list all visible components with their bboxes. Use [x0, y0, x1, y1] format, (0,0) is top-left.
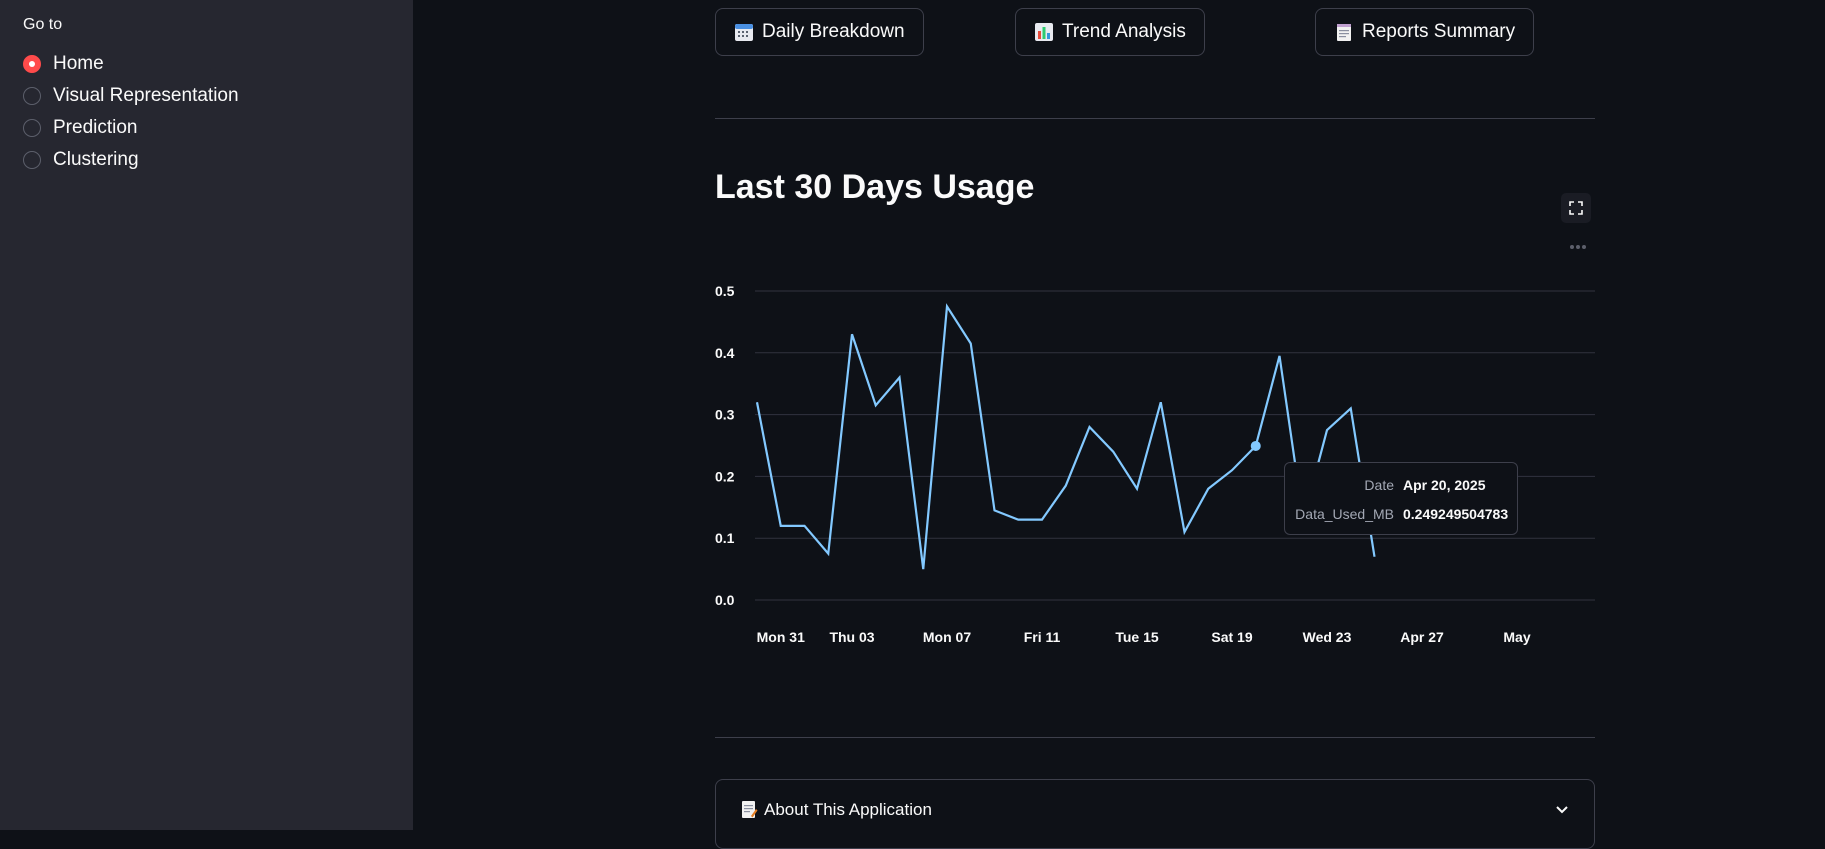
x-tick-label: Apr 27 [1400, 629, 1444, 645]
y-tick-label: 0.2 [715, 468, 735, 484]
x-tick-label: Sat 19 [1211, 629, 1252, 645]
tooltip-key: Data_Used_MB [1295, 506, 1394, 522]
about-expander[interactable]: About This Application [715, 779, 1595, 849]
x-tick-label: Thu 03 [829, 629, 874, 645]
chart-tooltip: Date Apr 20, 2025 Data_Used_MB 0.2492495… [1284, 462, 1518, 535]
tooltip-value: Apr 20, 2025 [1403, 477, 1486, 493]
tooltip-value: 0.249249504783 [1403, 506, 1509, 522]
y-tick-label: 0.1 [715, 530, 735, 546]
x-tick-label: May [1503, 629, 1530, 645]
usage-series-line[interactable] [755, 303, 1376, 570]
highlighted-data-point[interactable] [1250, 440, 1261, 451]
x-tick-label: Wed 23 [1303, 629, 1352, 645]
chevron-down-icon[interactable] [1554, 801, 1570, 817]
expander-label: About This Application [764, 800, 932, 819]
divider [715, 737, 1595, 738]
y-tick-label: 0.5 [715, 283, 735, 299]
y-tick-label: 0.3 [715, 407, 735, 423]
tooltip-key: Date [1364, 477, 1394, 493]
usage-line-chart[interactable]: 0.0 0.1 0.2 0.3 0.4 0.5 Mon 31 Thu 03 Mon 07 Fri… [0, 0, 1825, 830]
x-tick-label: Mon 07 [923, 629, 971, 645]
x-tick-label: Fri 11 [1024, 629, 1061, 645]
y-tick-label: 0.0 [715, 592, 735, 608]
y-tick-label: 0.4 [715, 345, 735, 361]
x-tick-label: Mon 31 [757, 629, 805, 645]
x-tick-label: Tue 15 [1115, 629, 1159, 645]
memo-icon [740, 800, 758, 820]
